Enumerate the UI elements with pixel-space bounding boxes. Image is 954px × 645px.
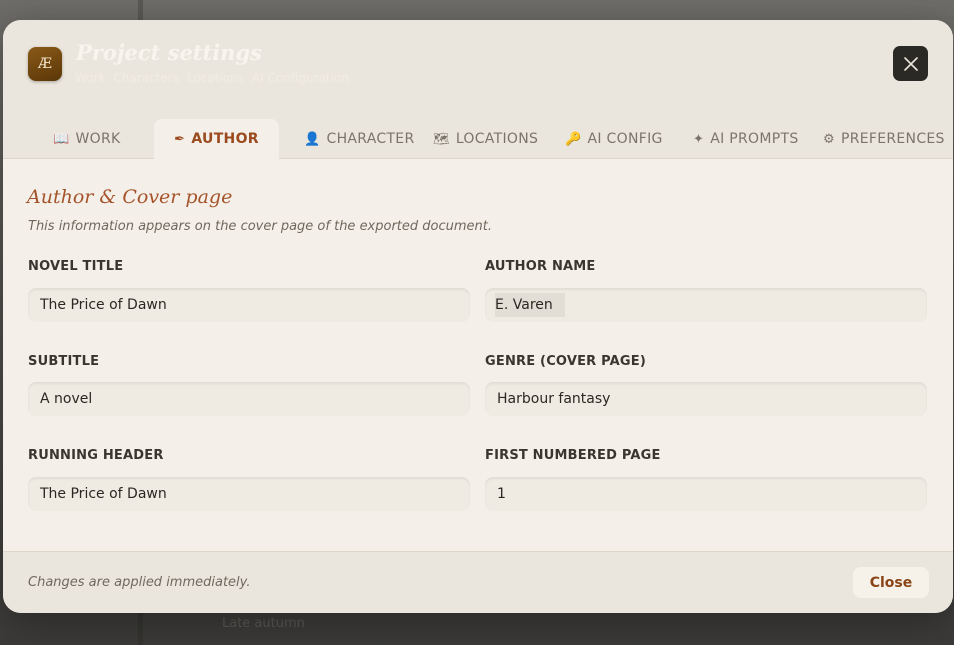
dialog-footer: Changes are applied immediately. Close [3,551,953,613]
genre-label: GENRE (COVER PAGE) [485,354,646,369]
subtitle-label: SUBTITLE [28,354,100,369]
author-name-input[interactable]: E. Varen [485,288,927,322]
tab-label: WORK [75,131,121,147]
tab-label: AUTHOR [191,131,259,147]
tab-work[interactable]: 📖 WORK [53,119,120,159]
subtitle-value: A novel [40,391,93,407]
tab-locations[interactable]: 🗺 LOCATIONS [433,119,538,159]
author-name-value: E. Varen [495,293,565,317]
pen-icon: ✒ [174,131,186,147]
map-icon: 🗺 [433,131,450,147]
subtitle-input[interactable]: A novel [28,382,470,416]
book-icon: 📖 [53,131,70,147]
running-header-input[interactable]: The Price of Dawn [28,477,470,511]
tab-label: CHARACTER [326,131,415,147]
first-numbered-page-label: FIRST NUMBERED PAGE [485,448,661,463]
novel-title-input[interactable]: The Price of Dawn [28,288,470,322]
tab-label: AI CONFIG [587,131,663,147]
background-text: Late autumn [222,616,305,631]
novel-title-value: The Price of Dawn [40,297,167,313]
section-description: This information appears on the cover pa… [28,219,493,234]
tab-author[interactable]: ✒ AUTHOR [154,119,279,159]
tab-preferences[interactable]: ⚙ PREFERENCES [823,119,945,159]
section-title: Author & Cover page [27,186,233,208]
dialog-header: Æ Project settings Work Characters Locat… [3,20,953,159]
breadcrumb-item: Work [75,71,106,85]
running-header-value: The Price of Dawn [40,486,167,502]
tab-ai-config[interactable]: 🔑 AI CONFIG [565,119,663,159]
project-settings-dialog: Æ Project settings Work Characters Locat… [3,20,953,613]
running-header-label: RUNNING HEADER [28,448,164,463]
app-logo: Æ [28,47,62,81]
key-icon: 🔑 [565,131,582,147]
first-numbered-page-value: 1 [497,486,506,502]
breadcrumb: Work Characters Locations AI Configurati… [75,71,349,85]
sparkle-icon: ✦ [693,131,705,147]
tab-label: LOCATIONS [455,131,539,147]
settings-tabs: 📖 WORK ✒ AUTHOR 👤 CHARACTER 🗺 LOCATIONS … [3,119,953,159]
breadcrumb-item: Locations [186,71,244,85]
dialog-title: Project settings [76,40,262,65]
breadcrumb-item: AI Configuration [251,71,349,85]
tab-label: AI PROMPTS [710,131,799,147]
novel-title-label: NOVEL TITLE [28,259,124,274]
close-button[interactable]: Close [853,567,929,598]
genre-input[interactable]: Harbour fantasy [485,382,927,416]
genre-value: Harbour fantasy [497,391,611,407]
first-numbered-page-input[interactable]: 1 [485,477,927,511]
breadcrumb-item: Characters [113,71,179,85]
author-name-label: AUTHOR NAME [485,259,596,274]
close-dialog-button[interactable] [893,46,928,81]
footer-note: Changes are applied immediately. [28,575,251,590]
tab-ai-prompts[interactable]: ✦ AI PROMPTS [693,119,799,159]
tab-character[interactable]: 👤 CHARACTER [304,119,414,159]
person-icon: 👤 [304,131,321,147]
close-icon [903,56,918,71]
tab-label: PREFERENCES [840,131,945,147]
gear-icon: ⚙ [823,131,835,147]
